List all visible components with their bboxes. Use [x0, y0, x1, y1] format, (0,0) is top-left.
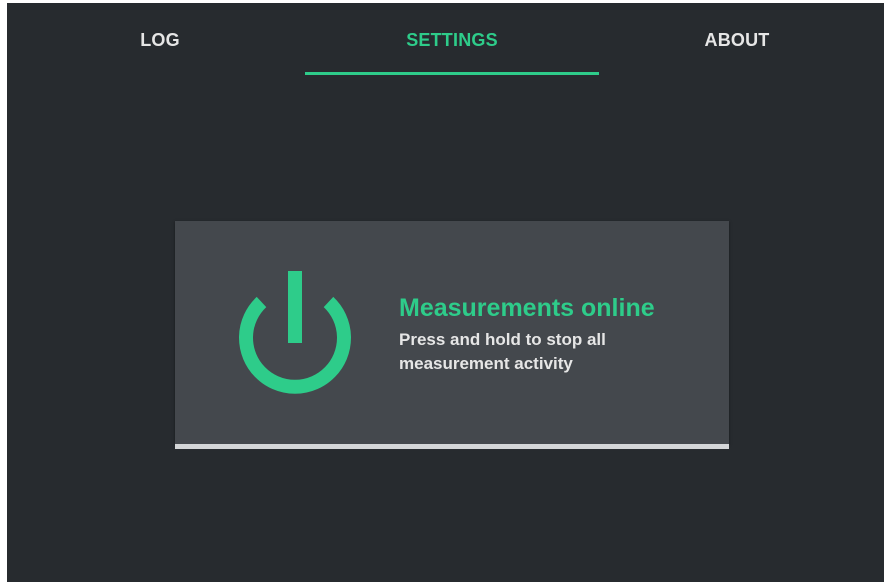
tab-bar: LOG SETTINGS ABOUT: [7, 3, 884, 78]
power-icon: [239, 271, 351, 394]
tab-log[interactable]: LOG: [65, 3, 255, 78]
active-tab-indicator: [305, 72, 599, 75]
status-text-block: Measurements online Press and hold to st…: [399, 293, 709, 376]
app-screen: LOG SETTINGS ABOUT Measurements online P…: [7, 3, 884, 582]
tab-about-label: ABOUT: [704, 30, 770, 50]
hold-progress-fill: [175, 444, 729, 449]
status-title: Measurements online: [399, 294, 655, 322]
hold-progress-bar: [175, 444, 729, 449]
measurement-power-button[interactable]: Measurements online Press and hold to st…: [175, 221, 729, 449]
tab-settings-label: SETTINGS: [406, 30, 498, 50]
status-hint: Press and hold to stop all measurement a…: [399, 330, 606, 373]
tab-settings[interactable]: SETTINGS: [305, 3, 599, 78]
tab-log-label: LOG: [140, 30, 180, 50]
tab-about[interactable]: ABOUT: [647, 3, 827, 78]
